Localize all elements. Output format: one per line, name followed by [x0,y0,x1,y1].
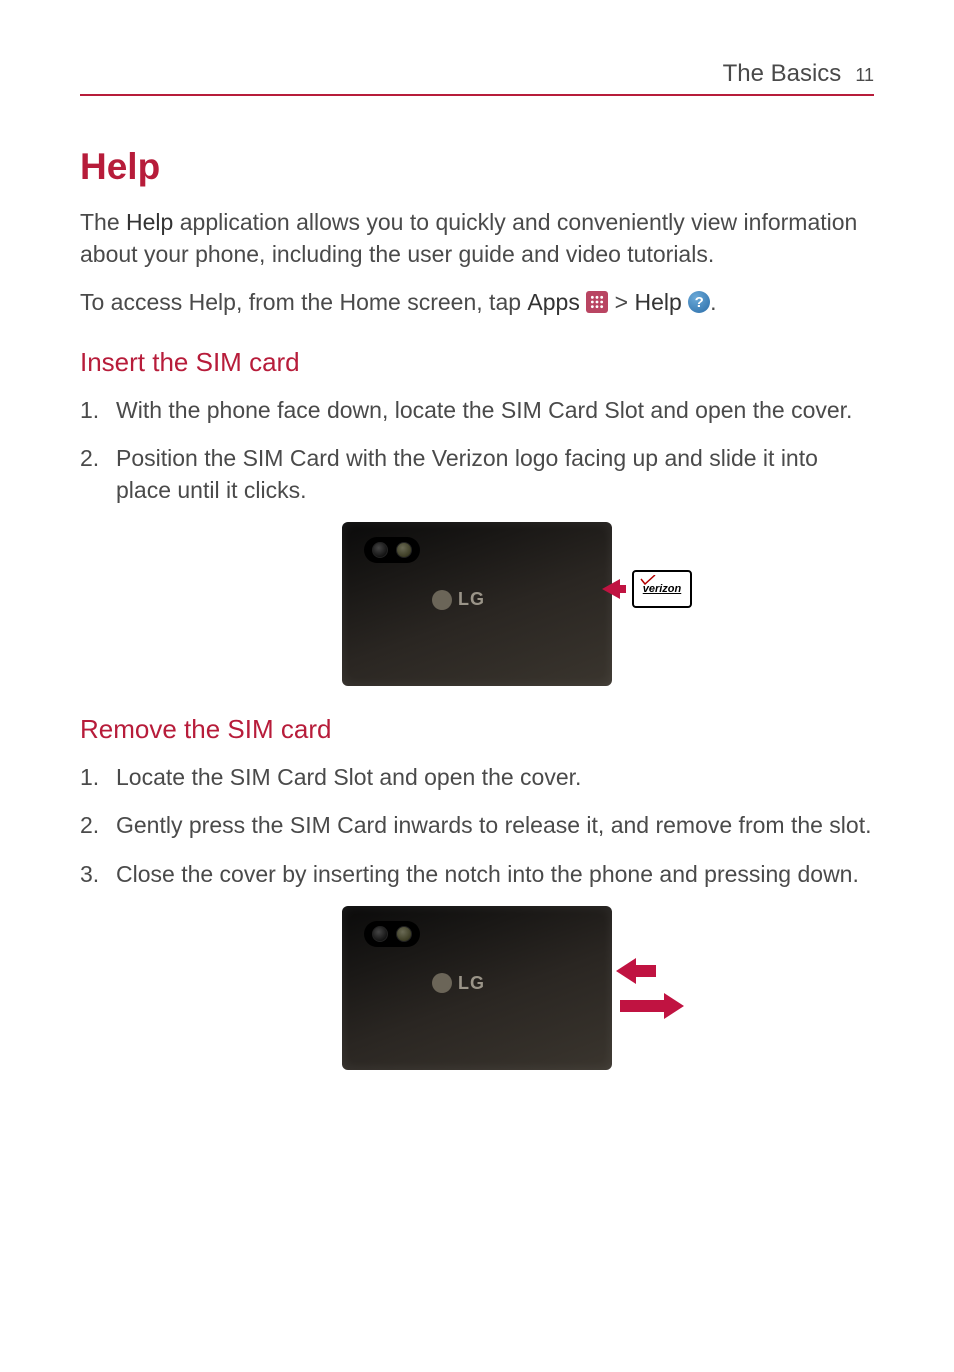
list-item: Position the SIM Card with the Verizon l… [80,442,874,506]
text: application allows you to quickly and co… [80,209,857,267]
figure-remove-sim: LG [80,906,874,1070]
lg-logo-circle [432,590,452,610]
lg-logo-text: LG [458,589,485,610]
flash [396,926,412,942]
camera-cluster [364,537,420,563]
lg-logo-text: LG [458,973,485,994]
remove-steps: Locate the SIM Card Slot and open the co… [80,761,874,890]
help-label: Help [634,289,681,315]
apps-icon [586,291,608,313]
sim-card: verizon [632,570,692,608]
help-icon: ? [688,291,710,313]
heading-insert-sim: Insert the SIM card [80,347,874,378]
lg-logo: LG [432,973,485,994]
verizon-check-icon [640,575,656,585]
heading-help: Help [80,146,874,188]
help-bold: Help [126,209,173,235]
figure-insert-sim: LG verizon [80,522,874,686]
arrow-left-icon [602,578,626,605]
page-header: The Basics 11 [80,60,874,96]
help-intro: The Help application allows you to quick… [80,206,874,270]
lg-logo: LG [432,589,485,610]
list-item: Close the cover by inserting the notch i… [80,858,874,890]
section-title: The Basics [723,60,842,88]
text: . [710,289,716,315]
list-item: Locate the SIM Card Slot and open the co… [80,761,874,793]
text: The [80,209,126,235]
remove-arrows [616,956,686,1024]
phone-back-illustration: LG [342,522,612,686]
flash [396,542,412,558]
insert-steps: With the phone face down, locate the SIM… [80,394,874,507]
heading-remove-sim: Remove the SIM card [80,714,874,745]
page-number: 11 [855,65,874,86]
text: To access Help, from the Home screen, ta… [80,289,527,315]
text: > [608,289,634,315]
lg-logo-circle [432,973,452,993]
camera-lens [372,542,388,558]
phone-back-illustration: LG [342,906,612,1070]
list-item: With the phone face down, locate the SIM… [80,394,874,426]
help-access: To access Help, from the Home screen, ta… [80,286,874,318]
camera-cluster [364,921,420,947]
camera-lens [372,926,388,942]
list-item: Gently press the SIM Card inwards to rel… [80,809,874,841]
apps-label: Apps [527,289,579,315]
